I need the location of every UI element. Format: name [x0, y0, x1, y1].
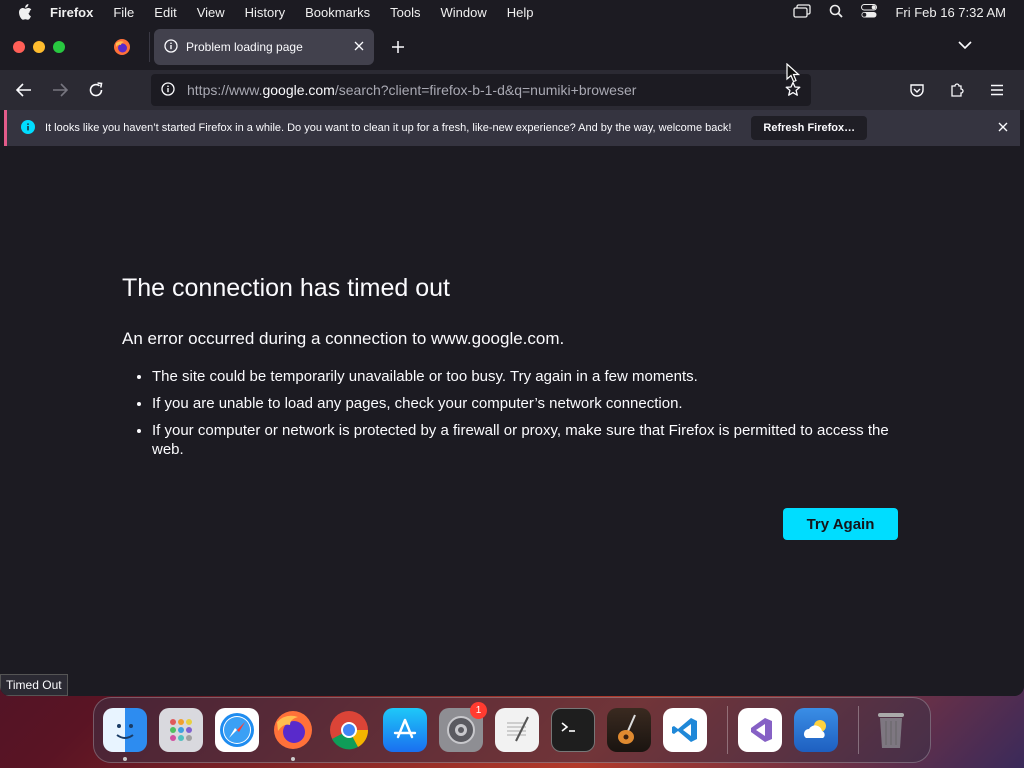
tab-divider [149, 32, 150, 62]
system-settings-icon[interactable]: 1 [439, 702, 487, 752]
list-all-tabs-chevron-icon[interactable] [958, 37, 972, 55]
menu-edit[interactable]: Edit [154, 5, 176, 20]
back-button[interactable] [9, 75, 39, 105]
error-title: The connection has timed out [122, 274, 450, 302]
safari-icon[interactable] [215, 708, 259, 752]
menu-file[interactable]: File [113, 5, 134, 20]
menu-tools[interactable]: Tools [390, 5, 420, 20]
visual-studio-icon[interactable] [738, 708, 782, 752]
notification-message: It looks like you haven’t started Firefo… [45, 122, 732, 134]
menubar-clock[interactable]: Fri Feb 16 7:32 AM [895, 5, 1006, 20]
status-panel: Timed Out [0, 674, 68, 696]
menu-history[interactable]: History [245, 5, 285, 20]
dock-separator [727, 706, 728, 754]
url-text[interactable]: https://www.google.com/search?client=fir… [187, 82, 636, 98]
site-info-icon[interactable] [161, 81, 175, 99]
toolbar-right [902, 75, 1012, 105]
firefox-icon[interactable] [271, 708, 315, 761]
info-icon [21, 119, 35, 137]
screen-mirroring-icon[interactable] [793, 3, 812, 21]
close-window-button[interactable] [13, 41, 25, 53]
suggestion-item: If you are unable to load any pages, che… [152, 394, 898, 413]
close-tab-icon[interactable] [354, 40, 364, 54]
error-suggestions: The site could be temporarily unavailabl… [152, 367, 898, 459]
url-prefix: https://www. [187, 82, 263, 98]
apple-logo-icon[interactable] [18, 4, 36, 20]
suggestion-item: If your computer or network is protected… [152, 421, 898, 459]
app-store-icon[interactable] [383, 708, 427, 752]
suggestion-item: The site could be temporarily unavailabl… [152, 367, 898, 386]
menu-app-name[interactable]: Firefox [50, 5, 93, 20]
mouse-cursor-icon [786, 63, 800, 83]
pocket-icon[interactable] [902, 75, 932, 105]
page-content: The connection has timed out An error oc… [0, 146, 1024, 696]
url-path: /search?client=firefox-b-1-d&q=numiki+br… [334, 82, 637, 98]
minimize-window-button[interactable] [33, 41, 45, 53]
trash-icon[interactable] [869, 708, 913, 752]
vscode-icon[interactable] [663, 708, 707, 752]
tab-title: Problem loading page [186, 40, 303, 54]
url-domain: google.com [262, 82, 335, 98]
extensions-puzzle-icon[interactable] [942, 75, 972, 105]
launchpad-icon[interactable] [159, 708, 203, 752]
close-notification-icon[interactable] [998, 122, 1008, 135]
browser-window: Problem loading page https://www.google.… [0, 24, 1024, 696]
menu-bar: Firefox File Edit View History Bookmarks… [0, 0, 1024, 24]
tab-active[interactable]: Problem loading page [154, 29, 374, 65]
new-tab-button[interactable] [388, 37, 408, 57]
tab-strip: Problem loading page [0, 24, 1024, 70]
menu-window[interactable]: Window [441, 5, 487, 20]
notification-bar: It looks like you haven’t started Firefo… [4, 110, 1020, 146]
error-subtitle: An error occurred during a connection to… [122, 329, 565, 348]
bookmark-star-icon[interactable] [785, 81, 801, 100]
menu-view[interactable]: View [197, 5, 225, 20]
running-indicator [291, 757, 295, 761]
info-icon [164, 38, 178, 56]
try-again-button[interactable]: Try Again [783, 508, 898, 540]
running-indicator [123, 757, 127, 761]
dock-separator [858, 706, 859, 754]
weather-icon[interactable] [794, 708, 838, 752]
error-panel: The connection has timed out An error oc… [122, 274, 898, 467]
finder-icon[interactable] [103, 708, 147, 761]
reload-button[interactable] [81, 75, 111, 105]
notification-badge: 1 [470, 702, 487, 719]
garageband-icon[interactable] [607, 708, 651, 752]
firefox-view-icon[interactable] [113, 38, 131, 56]
spotlight-search-icon[interactable] [829, 4, 844, 21]
url-bar[interactable]: https://www.google.com/search?client=fir… [151, 74, 811, 106]
hamburger-menu-icon[interactable] [982, 75, 1012, 105]
navigation-toolbar: https://www.google.com/search?client=fir… [0, 70, 1024, 110]
terminal-icon[interactable] [551, 708, 595, 752]
forward-button[interactable] [45, 75, 75, 105]
chrome-icon[interactable] [327, 708, 371, 752]
window-controls [13, 41, 65, 53]
zoom-window-button[interactable] [53, 41, 65, 53]
menu-help[interactable]: Help [507, 5, 534, 20]
dock: 1 [93, 697, 931, 763]
menu-bookmarks[interactable]: Bookmarks [305, 5, 370, 20]
refresh-firefox-button[interactable]: Refresh Firefox… [751, 116, 868, 140]
textedit-icon[interactable] [495, 708, 539, 752]
control-center-icon[interactable] [861, 3, 878, 21]
